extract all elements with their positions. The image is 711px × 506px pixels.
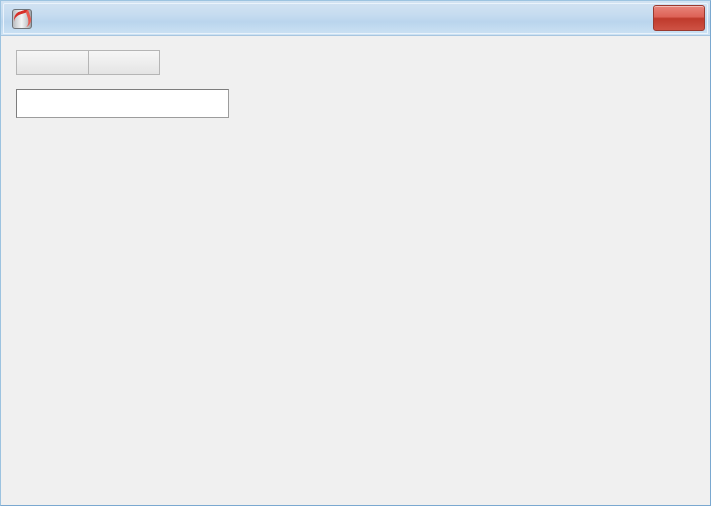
close-icon bbox=[654, 6, 704, 30]
select-all-button[interactable] bbox=[16, 50, 88, 75]
outlier-threshold-input[interactable] bbox=[16, 89, 229, 118]
select-toolbar bbox=[16, 50, 160, 75]
title-bar bbox=[1, 1, 710, 36]
document-curve-icon bbox=[12, 9, 32, 29]
dialog-button-bar bbox=[14, 452, 698, 490]
curve-glyph bbox=[13, 10, 31, 28]
title-bar-highlight bbox=[3, 3, 708, 34]
dialog-window bbox=[0, 0, 711, 506]
close-button[interactable] bbox=[653, 5, 705, 31]
select-none-button[interactable] bbox=[88, 50, 160, 75]
dialog-body bbox=[2, 37, 709, 504]
